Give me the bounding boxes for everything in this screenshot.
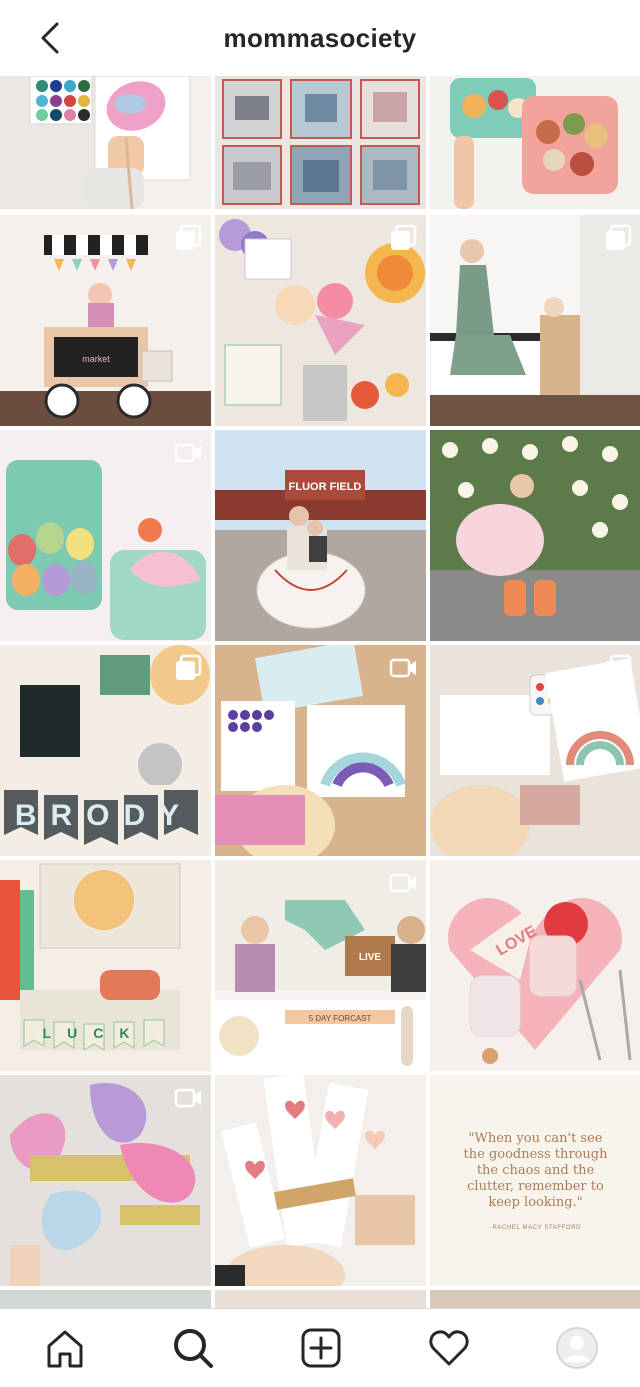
quote-author: -RACHEL MACY STAFFORD [489,1224,582,1231]
post-tile[interactable]: market [0,215,211,426]
reel-icon [174,443,201,463]
reel-icon [389,873,416,893]
carousel-icon [606,224,632,250]
post-tile[interactable] [0,430,211,641]
forecast-label: 5 DAY FORCAST [309,1014,372,1023]
post-tile[interactable] [0,1290,211,1308]
quote-text: "When you can't see the goodness through… [463,1130,608,1210]
post-tile[interactable] [215,1290,426,1308]
post-tile[interactable]: LOVE [430,860,640,1071]
nav-home[interactable] [40,1323,90,1373]
nav-profile[interactable] [552,1323,602,1373]
post-tile[interactable] [430,215,640,426]
carousel-icon [176,224,202,250]
post-tile[interactable]: LIVE 5 DAY FORCAST [215,860,426,1071]
nav-activity[interactable] [424,1323,474,1373]
nav-new-post[interactable] [296,1323,346,1373]
back-button[interactable] [30,18,70,58]
market-sign-text: market [82,354,110,364]
chevron-left-icon [41,22,59,54]
post-tile[interactable] [0,1075,211,1286]
profile-header: mommasociety [0,0,640,76]
post-tile[interactable] [215,645,426,856]
post-tile[interactable]: "When you can't see the goodness through… [430,1075,640,1286]
live-box-text: LIVE [359,952,382,963]
reel-icon [174,1088,201,1108]
birthday-banner-text: BRODY [15,799,193,832]
post-tile[interactable] [215,1075,426,1286]
search-icon [174,1329,213,1368]
post-grid: market FLUOR FIELD BRODY LUCK LIVE 5 DAY… [0,76,640,1308]
post-tile[interactable] [430,1290,640,1308]
post-tile[interactable] [215,215,426,426]
activity-heart-icon [429,1330,469,1366]
bottom-nav-bar [0,1308,640,1387]
carousel-icon [176,654,202,680]
home-icon [47,1330,83,1368]
carousel-icon [391,224,417,250]
post-tile[interactable]: LUCK [0,860,211,1071]
nav-search[interactable] [168,1323,218,1373]
post-tile[interactable] [430,430,640,641]
reel-icon [389,658,416,678]
post-tile[interactable] [430,645,640,856]
luck-banner-text: LUCK [43,1025,146,1041]
stadium-sign-text: FLUOR FIELD [289,481,362,493]
post-tile[interactable]: BRODY [0,645,211,856]
profile-avatar [556,1327,598,1369]
new-post-icon [301,1328,341,1368]
post-tile[interactable]: FLUOR FIELD [215,430,426,641]
profile-username: mommasociety [223,22,417,53]
carousel-icon [606,654,632,680]
